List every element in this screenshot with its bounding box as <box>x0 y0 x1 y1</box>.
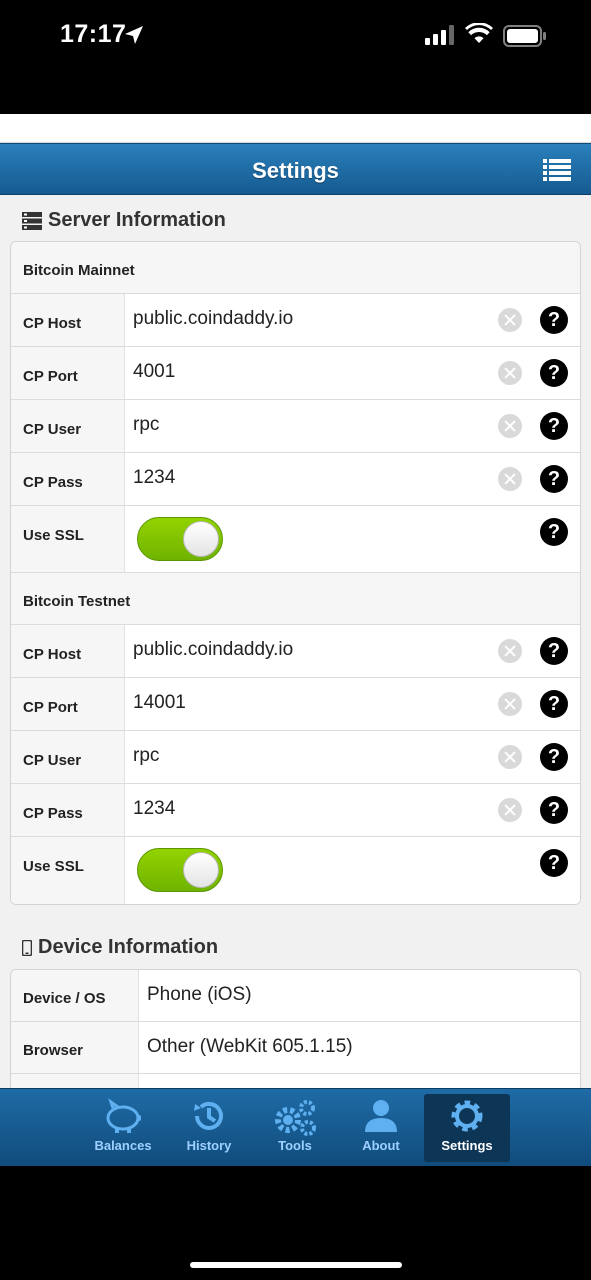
device-os-row: Device / OS Phone (iOS) <box>11 970 580 1022</box>
tab-label: Balances <box>94 1138 152 1153</box>
mainnet-user-input[interactable]: rpc <box>133 414 159 436</box>
tab-history[interactable]: History <box>166 1094 252 1162</box>
ssl-toggle[interactable] <box>137 517 223 561</box>
help-icon[interactable]: ? <box>540 743 568 771</box>
piggy-bank-icon <box>106 1098 141 1133</box>
field-label: Browser <box>11 1022 139 1073</box>
clear-icon[interactable] <box>498 361 522 385</box>
tab-label: History <box>186 1138 232 1153</box>
mainnet-host-input[interactable]: public.coindaddy.io <box>133 308 293 330</box>
field-label: CP Port <box>11 678 125 730</box>
testnet-pass-row: CP Pass 1234 ? <box>11 784 580 837</box>
field-label: CP User <box>11 400 125 452</box>
field-label: CP Pass <box>11 453 125 505</box>
field-label: CP Pass <box>11 784 125 836</box>
tab-balances[interactable]: Balances <box>80 1094 166 1162</box>
mobile-phone-icon <box>22 939 32 956</box>
server-panel: Bitcoin Mainnet CP Host public.coindaddy… <box>10 241 581 905</box>
server-icon <box>22 211 42 230</box>
browser-value: Other (WebKit 605.1.15) <box>147 1036 353 1057</box>
app-window: Settings Server Information Bitcoin Main… <box>0 114 591 1166</box>
help-icon[interactable]: ? <box>540 465 568 493</box>
field-label: Use SSL <box>11 837 125 904</box>
testnet-ssl-row: Use SSL ? <box>11 837 580 904</box>
status-time: 17:17 <box>60 20 127 48</box>
field-label: CP Host <box>11 294 125 346</box>
testnet-port-row: CP Port 14001 ? <box>11 678 580 731</box>
user-icon <box>365 1100 397 1132</box>
help-icon[interactable]: ? <box>540 359 568 387</box>
mainnet-ssl-row: Use SSL ? <box>11 506 580 573</box>
location-arrow-icon <box>125 26 143 44</box>
help-icon[interactable]: ? <box>540 306 568 334</box>
toggle-knob <box>183 521 219 557</box>
tab-label: Tools <box>278 1138 312 1153</box>
clear-icon[interactable] <box>498 798 522 822</box>
tab-about[interactable]: About <box>338 1094 424 1162</box>
testnet-user-input[interactable]: rpc <box>133 745 159 767</box>
mainnet-host-row: CP Host public.coindaddy.io ? <box>11 294 580 347</box>
field-label: CP User <box>11 731 125 783</box>
header-bar: Settings <box>0 143 591 195</box>
clear-icon[interactable] <box>498 308 522 332</box>
home-indicator <box>190 1262 402 1268</box>
cellular-signal-icon <box>425 25 454 45</box>
testnet-pass-input[interactable]: 1234 <box>133 798 175 820</box>
device-section-title: Device Information <box>22 936 218 959</box>
tab-bar: Balances History Tools About Settings <box>0 1088 591 1166</box>
help-icon[interactable]: ? <box>540 637 568 665</box>
wifi-icon <box>465 23 493 43</box>
field-label: Use SSL <box>11 506 125 572</box>
group-header-mainnet: Bitcoin Mainnet <box>11 242 580 294</box>
clear-icon[interactable] <box>498 467 522 491</box>
status-bar: 17:17 <box>0 0 591 114</box>
history-icon <box>194 1101 223 1130</box>
clear-icon[interactable] <box>498 414 522 438</box>
clear-icon[interactable] <box>498 745 522 769</box>
gears-icon <box>275 1100 316 1136</box>
field-label: Device / OS <box>11 970 139 1021</box>
testnet-port-input[interactable]: 14001 <box>133 692 186 714</box>
testnet-host-input[interactable]: public.coindaddy.io <box>133 639 293 661</box>
mainnet-pass-input[interactable]: 1234 <box>133 467 175 489</box>
server-section-label: Server Information <box>48 209 226 231</box>
ssl-toggle[interactable] <box>137 848 223 892</box>
field-label: CP Port <box>11 347 125 399</box>
battery-icon <box>503 25 546 47</box>
browser-row: Browser Other (WebKit 605.1.15) <box>11 1022 580 1074</box>
help-icon[interactable]: ? <box>540 518 568 546</box>
testnet-host-row: CP Host public.coindaddy.io ? <box>11 625 580 678</box>
group-header-testnet: Bitcoin Testnet <box>11 573 580 625</box>
server-section-title: Server Information <box>22 209 226 232</box>
gear-icon <box>451 1100 483 1132</box>
help-icon[interactable]: ? <box>540 849 568 877</box>
help-icon[interactable]: ? <box>540 412 568 440</box>
mainnet-user-row: CP User rpc ? <box>11 400 580 453</box>
clear-icon[interactable] <box>498 692 522 716</box>
tab-settings[interactable]: Settings <box>424 1094 510 1162</box>
clear-icon[interactable] <box>498 639 522 663</box>
top-strip <box>0 114 591 143</box>
help-icon[interactable]: ? <box>540 796 568 824</box>
mainnet-port-input[interactable]: 4001 <box>133 361 175 383</box>
toggle-knob <box>183 852 219 888</box>
help-icon[interactable]: ? <box>540 690 568 718</box>
device-section-label: Device Information <box>38 936 219 958</box>
tab-label: About <box>362 1138 400 1153</box>
list-menu-icon[interactable] <box>543 158 571 182</box>
testnet-user-row: CP User rpc ? <box>11 731 580 784</box>
mainnet-pass-row: CP Pass 1234 ? <box>11 453 580 506</box>
field-label: CP Host <box>11 625 125 677</box>
tab-tools[interactable]: Tools <box>252 1094 338 1162</box>
page-title: Settings <box>252 158 339 183</box>
mainnet-port-row: CP Port 4001 ? <box>11 347 580 400</box>
tab-label: Settings <box>441 1138 493 1153</box>
device-os-value: Phone (iOS) <box>147 984 252 1005</box>
